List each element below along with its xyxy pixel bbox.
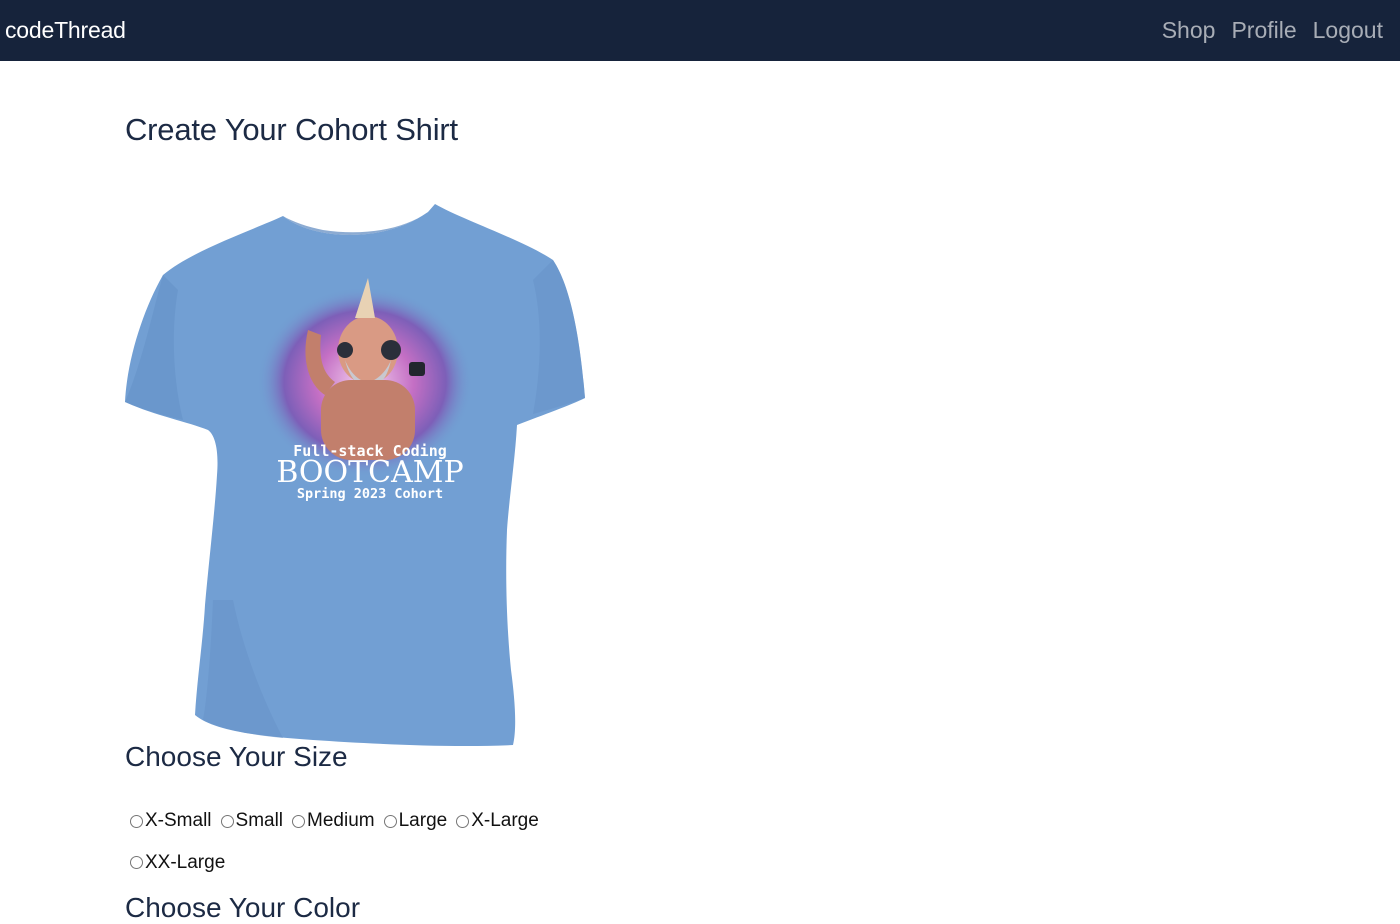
brand-logo[interactable]: codeThread <box>5 17 126 44</box>
nav-link-profile[interactable]: Profile <box>1231 17 1296 44</box>
print-line-3: Spring 2023 Cohort <box>297 486 443 502</box>
nav-link-shop[interactable]: Shop <box>1162 17 1216 44</box>
size-option-small[interactable]: Small <box>220 810 283 832</box>
size-option-large[interactable]: Large <box>383 810 447 832</box>
size-radio-xsmall[interactable] <box>130 814 143 828</box>
navbar: codeThread Shop Profile Logout <box>0 0 1400 61</box>
size-radio-large[interactable] <box>383 814 397 828</box>
shirt-image: Full-stack Coding BOOTCAMP Spring 2023 C… <box>125 204 585 747</box>
size-option-xlarge[interactable]: X-Large <box>455 810 539 832</box>
size-option-xsmall[interactable]: X-Small <box>129 810 212 832</box>
color-section-title: Choose Your Color <box>125 892 361 923</box>
size-radio-medium[interactable] <box>292 814 306 828</box>
size-options: X-Small Small Medium Large X-Large XX-Large <box>129 810 569 874</box>
size-option-xxlarge[interactable]: XX-Large <box>129 852 225 874</box>
size-section-title: Choose Your Size <box>125 741 348 772</box>
size-option-medium[interactable]: Medium <box>291 810 375 832</box>
size-radio-small[interactable] <box>220 814 234 828</box>
size-radio-xlarge[interactable] <box>456 814 470 828</box>
size-radio-xxlarge[interactable] <box>130 856 143 869</box>
print-line-2: BOOTCAMP <box>276 455 463 490</box>
shirt-preview: Full-stack Coding BOOTCAMP Spring 2023 C… <box>123 200 588 748</box>
nav-link-logout[interactable]: Logout <box>1313 17 1383 44</box>
nav-links: Shop Profile Logout <box>1162 17 1383 44</box>
page-title: Create Your Cohort Shirt <box>125 112 458 147</box>
